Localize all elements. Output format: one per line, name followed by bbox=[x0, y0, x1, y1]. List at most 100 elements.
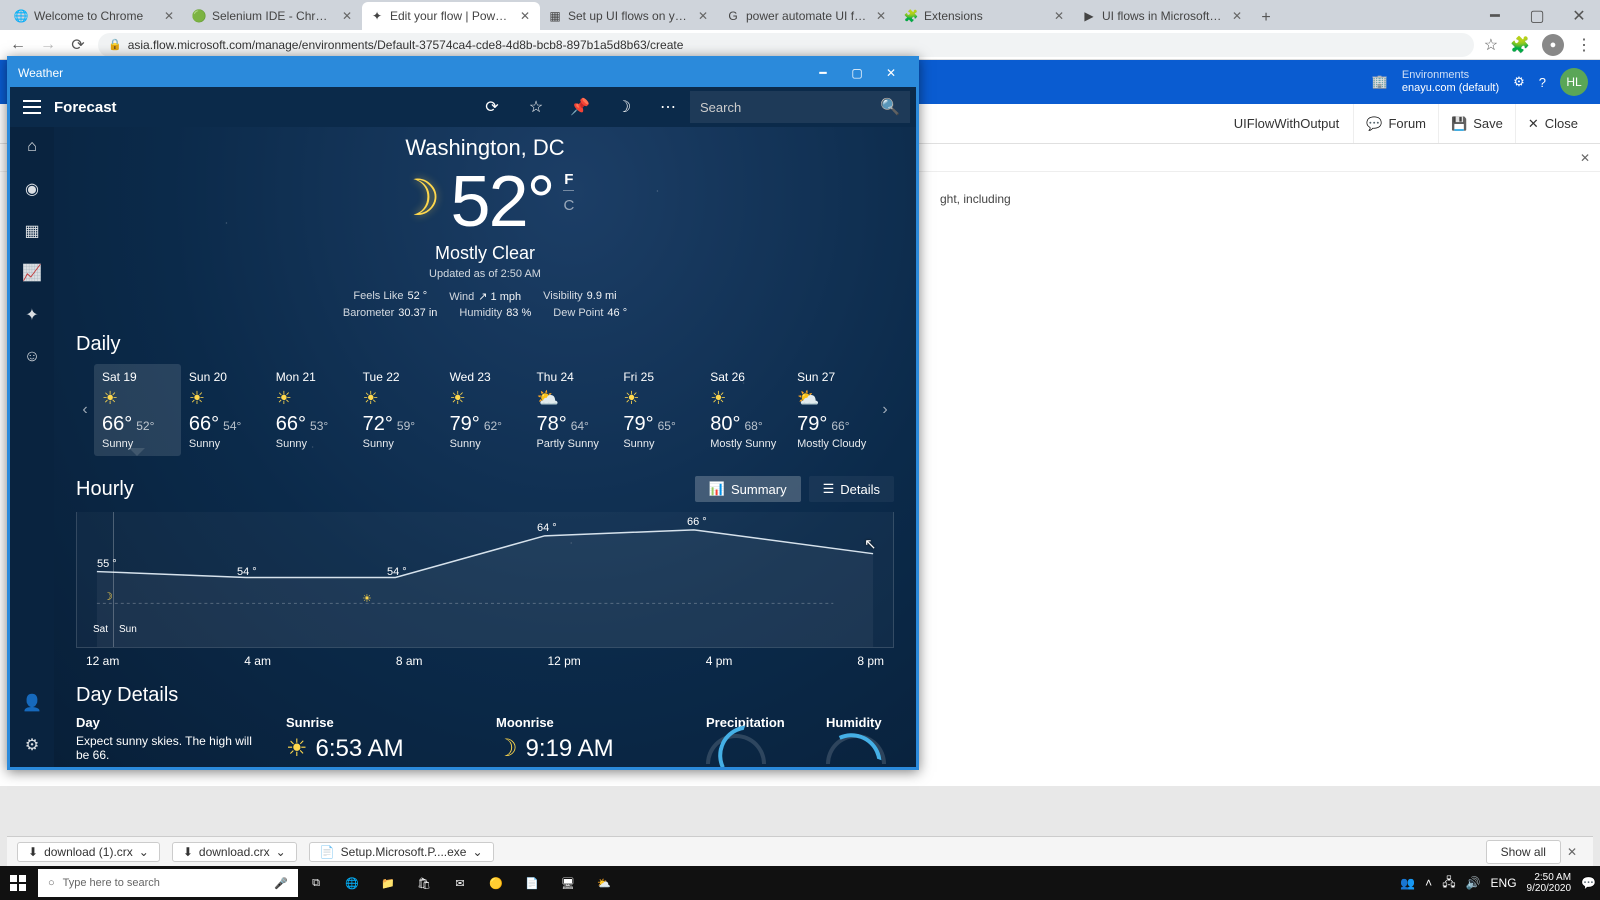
daily-forecast-card[interactable]: Sun 27⛅79°66°Mostly Cloudy bbox=[789, 364, 876, 456]
nav-news-icon[interactable]: ☺ bbox=[20, 345, 44, 369]
daily-forecast-card[interactable]: Fri 25☀79°65°Sunny bbox=[615, 364, 702, 456]
weather-maximize-button[interactable]: ▢ bbox=[840, 59, 874, 87]
forum-button[interactable]: 💬Forum bbox=[1353, 104, 1438, 143]
new-tab-button[interactable]: + bbox=[1252, 6, 1280, 30]
window-minimize-button[interactable]: ━ bbox=[1474, 2, 1516, 30]
details-tab[interactable]: ☰Details bbox=[809, 476, 894, 502]
unit-toggle[interactable]: F C bbox=[563, 171, 574, 214]
tray-people-icon[interactable]: 👥 bbox=[1400, 876, 1415, 890]
taskbar-weather-icon[interactable]: ⛅ bbox=[586, 866, 622, 900]
taskbar-notepad-icon[interactable]: 📄 bbox=[514, 866, 550, 900]
comment-icon: 💬 bbox=[1366, 116, 1382, 132]
task-view-button[interactable]: ⧉ bbox=[298, 866, 334, 900]
tray-clock[interactable]: 2:50 AM9/20/2020 bbox=[1527, 872, 1572, 894]
weather-condition-icon: ☀ bbox=[623, 388, 694, 409]
browser-tab[interactable]: 🌐Welcome to Chrome✕ bbox=[6, 2, 184, 30]
taskbar-settings-icon[interactable]: 🖥 bbox=[550, 866, 586, 900]
window-close-button[interactable]: ✕ bbox=[1558, 2, 1600, 30]
browser-tab[interactable]: ▶UI flows in Microsoft Power Auto✕ bbox=[1074, 2, 1252, 30]
mic-icon[interactable]: 🎤 bbox=[274, 877, 288, 890]
weather-minimize-button[interactable]: ━ bbox=[806, 59, 840, 87]
settings-gear-icon[interactable]: ⚙ bbox=[1513, 74, 1525, 90]
refresh-icon[interactable]: ⟳ bbox=[470, 87, 514, 127]
daily-forecast-card[interactable]: Sat 19☀66°52°Sunny bbox=[94, 364, 181, 456]
chrome-menu-button[interactable]: ⋮ bbox=[1576, 35, 1592, 55]
tray-lang[interactable]: ENG bbox=[1491, 876, 1517, 890]
window-maximize-button[interactable]: ▢ bbox=[1516, 2, 1558, 30]
search-input[interactable] bbox=[700, 100, 880, 115]
address-bar[interactable]: 🔒 asia.flow.microsoft.com/manage/environ… bbox=[98, 33, 1474, 57]
tab-close-icon[interactable]: ✕ bbox=[162, 9, 176, 23]
nav-maps-icon[interactable]: ◉ bbox=[20, 177, 44, 201]
tab-close-icon[interactable]: ✕ bbox=[874, 9, 888, 23]
daily-forecast-card[interactable]: Sat 26☀80°68°Mostly Sunny bbox=[702, 364, 789, 456]
download-item[interactable]: 📄Setup.Microsoft.P....exe⌄ bbox=[309, 842, 494, 862]
weather-titlebar[interactable]: Weather ━ ▢ ✕ bbox=[10, 59, 916, 87]
nav-feedback-icon[interactable]: 👤 bbox=[20, 691, 44, 715]
infobar-close-icon[interactable]: ✕ bbox=[1580, 151, 1590, 165]
environment-icon[interactable]: 🏢 bbox=[1372, 74, 1388, 90]
taskbar-chrome-icon[interactable]: 🟡 bbox=[478, 866, 514, 900]
tray-notifications-icon[interactable]: 💬 bbox=[1581, 876, 1596, 890]
nav-history-icon[interactable]: ▦ bbox=[20, 219, 44, 243]
user-avatar[interactable]: HL bbox=[1560, 68, 1588, 96]
hamburger-menu-button[interactable] bbox=[10, 87, 54, 127]
browser-tab[interactable]: 🧩Extensions✕ bbox=[896, 2, 1074, 30]
daily-prev-button[interactable]: ‹ bbox=[76, 365, 94, 455]
favorite-star-icon[interactable]: ☆ bbox=[514, 87, 558, 127]
download-shelf-close-icon[interactable]: ✕ bbox=[1561, 845, 1583, 859]
start-button[interactable] bbox=[0, 866, 36, 900]
tray-volume-icon[interactable]: 🔊 bbox=[1466, 876, 1481, 890]
taskbar-mail-icon[interactable]: ✉ bbox=[442, 866, 478, 900]
nav-trends-icon[interactable]: 📈 bbox=[20, 261, 44, 285]
summary-tab[interactable]: 📊Summary bbox=[695, 476, 801, 502]
search-icon[interactable]: 🔍 bbox=[880, 97, 900, 117]
pin-icon[interactable]: 📌 bbox=[558, 87, 602, 127]
profile-avatar[interactable]: ● bbox=[1542, 34, 1564, 56]
taskbar-explorer-icon[interactable]: 📁 bbox=[370, 866, 406, 900]
download-item[interactable]: ⬇download (1).crx⌄ bbox=[17, 842, 160, 862]
more-icon[interactable]: ⋯ bbox=[646, 87, 690, 127]
daily-forecast-card[interactable]: Wed 23☀79°62°Sunny bbox=[442, 364, 529, 456]
daily-next-button[interactable]: › bbox=[876, 365, 894, 455]
tab-close-icon[interactable]: ✕ bbox=[1052, 9, 1066, 23]
bookmark-star-icon[interactable]: ☆ bbox=[1484, 35, 1498, 55]
tab-close-icon[interactable]: ✕ bbox=[340, 9, 354, 23]
close-button[interactable]: ✕Close bbox=[1515, 104, 1590, 143]
tab-close-icon[interactable]: ✕ bbox=[696, 9, 710, 23]
nav-forward-button[interactable]: → bbox=[38, 35, 58, 55]
sunrise-icon: ☀ bbox=[286, 734, 308, 763]
flow-name[interactable]: UIFlowWithOutput bbox=[1234, 116, 1353, 131]
tab-close-icon[interactable]: ✕ bbox=[518, 9, 532, 23]
taskbar-store-icon[interactable]: 🛍 bbox=[406, 866, 442, 900]
tab-close-icon[interactable]: ✕ bbox=[1230, 9, 1244, 23]
environment-picker[interactable]: Environments enayu.com (default) bbox=[1402, 69, 1499, 95]
browser-tab[interactable]: ✦Edit your flow | Power Automate✕ bbox=[362, 2, 540, 30]
browser-tab[interactable]: ▦Set up UI flows on your device -✕ bbox=[540, 2, 718, 30]
daily-forecast-card[interactable]: Mon 21☀66°53°Sunny bbox=[268, 364, 355, 456]
download-item[interactable]: ⬇download.crx⌄ bbox=[172, 842, 297, 862]
nav-forecast-icon[interactable]: ⌂ bbox=[20, 135, 44, 159]
nav-places-icon[interactable]: ✦ bbox=[20, 303, 44, 327]
favicon-icon: 🌐 bbox=[14, 9, 28, 23]
daily-forecast-card[interactable]: Sun 20☀66°54°Sunny bbox=[181, 364, 268, 456]
search-box[interactable]: 🔍 bbox=[690, 91, 910, 123]
night-mode-icon[interactable]: ☽ bbox=[602, 87, 646, 127]
nav-reload-button[interactable]: ⟳ bbox=[68, 35, 88, 55]
moon-icon: ☽ bbox=[396, 169, 441, 227]
nav-back-button[interactable]: ← bbox=[8, 35, 28, 55]
taskbar-edge-icon[interactable]: 🌐 bbox=[334, 866, 370, 900]
tray-chevron-icon[interactable]: ˄ bbox=[1425, 876, 1432, 890]
nav-settings-icon[interactable]: ⚙ bbox=[20, 733, 44, 757]
show-all-downloads-button[interactable]: Show all bbox=[1486, 840, 1561, 864]
browser-tab[interactable]: Gpower automate UI flow require✕ bbox=[718, 2, 896, 30]
taskbar-search[interactable]: ○ Type here to search 🎤 bbox=[38, 869, 298, 897]
tray-network-icon[interactable]: 🖧 bbox=[1442, 873, 1455, 894]
extensions-icon[interactable]: 🧩 bbox=[1510, 35, 1530, 55]
daily-forecast-card[interactable]: Thu 24⛅78°64°Partly Sunny bbox=[528, 364, 615, 456]
save-button[interactable]: 💾Save bbox=[1438, 104, 1515, 143]
help-icon[interactable]: ? bbox=[1539, 75, 1546, 90]
browser-tab[interactable]: 🟢Selenium IDE - Chrome Web Sto✕ bbox=[184, 2, 362, 30]
weather-close-button[interactable]: ✕ bbox=[874, 59, 908, 87]
daily-forecast-card[interactable]: Tue 22☀72°59°Sunny bbox=[355, 364, 442, 456]
